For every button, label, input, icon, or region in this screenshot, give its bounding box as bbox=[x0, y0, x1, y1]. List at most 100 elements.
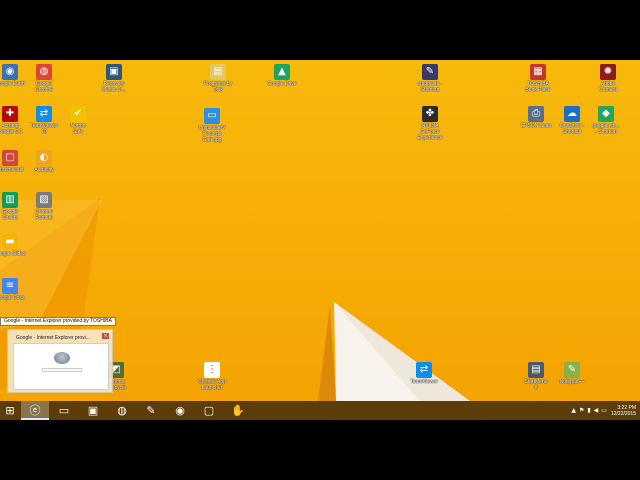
preview-tooltip: Google - Internet Explorer provided by T… bbox=[0, 317, 116, 326]
desktop-icon-label: google.eth... - Shortcut bbox=[592, 123, 620, 135]
book-place-icon: ▦ bbox=[530, 64, 546, 80]
norton-icon: ✔ bbox=[70, 106, 86, 122]
taskbar-explorer-button[interactable]: ▭ bbox=[50, 401, 78, 420]
desktop-icon-label: Google Slides bbox=[0, 251, 26, 257]
desktop-icon-label: EPSON Scan bbox=[520, 123, 552, 129]
google-shortcut-icon: ◆ bbox=[598, 106, 614, 122]
desktop-icon-toshiba-book[interactable]: ▦ TOSHIBA Book Place bbox=[517, 64, 559, 93]
desktop-icon-label: Acrobat Reader DC bbox=[0, 123, 23, 135]
desktop-icon-cmd-shortcut[interactable]: ✎ cmdpaste - Shortcut bbox=[409, 64, 451, 93]
desktop-icon-notepad[interactable]: ✎ Notepad++ bbox=[551, 362, 593, 385]
desktop-icon-label: Norton Safe bbox=[70, 123, 86, 135]
taskbar-store-button[interactable]: ▣ bbox=[79, 401, 107, 420]
desktop-icon-teamviewer-2[interactable]: ⇄ TeamViewer bbox=[403, 362, 445, 385]
desktop-icon-google-slides[interactable]: ▬Google Slides bbox=[0, 234, 31, 257]
tool-icon: ✎ bbox=[422, 64, 438, 80]
desktop-icon-google-chrome[interactable]: ◍ Google Chrome bbox=[23, 64, 65, 93]
start-menu-icon: ▤ bbox=[528, 362, 544, 378]
desktop-icon-label: OneDrive - Shortcut bbox=[559, 123, 585, 135]
network-icon[interactable]: ▮ bbox=[587, 407, 590, 414]
chrome-remote-icon: ▨ bbox=[36, 192, 52, 208]
desktop-icon-label: StartMenu 8 bbox=[524, 379, 548, 391]
speaker-icon[interactable]: ◀ bbox=[594, 407, 599, 414]
epson-scan-icon: ⎙ bbox=[528, 106, 544, 122]
desktop-icon-label: Notepad++ bbox=[559, 379, 585, 385]
google-sheets-icon: ▥ bbox=[2, 192, 18, 208]
teamviewer-icon: ⇄ bbox=[416, 362, 432, 378]
ie-thumbnail-preview[interactable]: Google - Internet Explorer provi... × bbox=[7, 329, 113, 393]
taskbar-items: ⊞ ⓔ ▭ ▣ ◍ ✎ ◉ ▢ ✋ bbox=[0, 401, 253, 420]
file-explorer-icon: ▭ bbox=[58, 404, 70, 417]
desktop-icon-label: TOSHIBA Book Place bbox=[525, 81, 551, 93]
desktop-icon-google-docs[interactable]: ≡Google Docs bbox=[0, 278, 31, 301]
desktop-icon-chrome-app[interactable]: ⋮ Chrome App Launcher bbox=[191, 362, 233, 391]
taskbar-app7-button[interactable]: ▢ bbox=[195, 401, 223, 420]
desktop-icon-label: TeamViewer 10 bbox=[30, 123, 58, 135]
chrome-icon: ◍ bbox=[36, 64, 52, 80]
desktop-icon-label: Google Earth bbox=[0, 81, 25, 87]
desktop-icon-label: Adobe Camera bbox=[599, 81, 617, 93]
desktop-icon-label: Programs by Disk bbox=[203, 81, 233, 93]
desktop-icon-google-drive[interactable]: ▲ Google Drive bbox=[261, 64, 303, 87]
desktop-icon-label: Google Chrome bbox=[35, 81, 53, 93]
flag-icon[interactable]: ⚑ bbox=[579, 407, 584, 414]
chrome-icon: ◍ bbox=[117, 404, 127, 417]
desktop-icon-chrome-remote[interactable]: ▨ Chrome Remote bbox=[23, 192, 65, 221]
preview-title: Google - Internet Explorer provi... bbox=[16, 335, 90, 341]
desktop-icon-label: Google Docs bbox=[0, 295, 25, 301]
desktop-icon-label: cmdpaste - Shortcut bbox=[417, 81, 443, 93]
clock-date: 12/22/2015 bbox=[610, 410, 636, 417]
taskbar-start-button[interactable]: ⊞ bbox=[0, 401, 20, 420]
battery-icon[interactable]: ▭ bbox=[601, 407, 607, 414]
desktop-icon-shortcut-file[interactable]: ▭ UninstallerV Records Gate.jpg bbox=[191, 108, 233, 143]
wallpaper-fold-right-shadow bbox=[318, 305, 336, 401]
nvidia-icon: ✤ bbox=[422, 106, 438, 122]
audacity-icon: ◐ bbox=[36, 150, 52, 166]
tray-icons: ▲ ⚑ ▮ ◀ ▭ bbox=[571, 407, 607, 414]
media-player-icon: ◉ bbox=[175, 404, 185, 417]
taskbar-app8-button[interactable]: ✋ bbox=[224, 401, 252, 420]
adobe-camera-icon: ✺ bbox=[600, 64, 616, 80]
taskbar-media-button[interactable]: ◉ bbox=[166, 401, 194, 420]
desktop-icon-label: TeamViewer bbox=[410, 379, 438, 385]
preview-page bbox=[13, 343, 109, 390]
taskbar-chrome-button[interactable]: ◍ bbox=[108, 401, 136, 420]
google-docs-icon: ≡ bbox=[2, 278, 18, 294]
teamviewer-icon: ⇄ bbox=[36, 106, 52, 122]
desktop-icon-norton[interactable]: ✔ Norton Safe bbox=[57, 106, 99, 135]
desktop-icon-label: Audacity bbox=[34, 167, 54, 173]
preview-close-button[interactable]: × bbox=[102, 333, 109, 339]
notepad-icon: ✎ bbox=[564, 362, 580, 378]
windows-start-icon: ⊞ bbox=[5, 404, 15, 417]
desktop-icon-label: NVIDIA GeForce Experience bbox=[417, 123, 443, 141]
desktop-icon-audacity[interactable]: ◐ Audacity bbox=[23, 150, 65, 173]
desktop-icon-label: Google Sheets bbox=[1, 209, 19, 221]
desktop-icon-google-hangouts[interactable]: ◆ google.eth... - Shortcut bbox=[585, 106, 627, 135]
taskbar-ie-button[interactable]: ⓔ bbox=[21, 401, 49, 420]
hand-icon: ✋ bbox=[231, 404, 245, 417]
desktop-icon-adobe-cam[interactable]: ✺ Adobe Camera bbox=[587, 64, 629, 93]
clock[interactable]: 3:22 PM 12/22/2015 bbox=[611, 405, 636, 417]
desktop-icon-programs-disk[interactable]: ▤ Programs by Disk bbox=[197, 64, 239, 93]
preview-logo bbox=[54, 352, 70, 364]
system-tray: ▲ ⚑ ▮ ◀ ▭ 3:22 PM 12/22/2015 bbox=[571, 401, 640, 420]
desktop-icon-recovery[interactable]: ▣ Recovery Media Cr... bbox=[93, 64, 135, 93]
desktop-icon-label: Recovery Media Cr... bbox=[101, 81, 127, 93]
chevron-up-icon[interactable]: ▲ bbox=[571, 407, 576, 414]
taskbar: ⊞ ⓔ ▭ ▣ ◍ ✎ ◉ ▢ ✋ ▲ ⚑ ▮ ◀ ▭ 3:22 PM 12/22/2015 bbox=[0, 401, 640, 420]
desktop-icon-label: UninstallerV Records Gate.jpg bbox=[198, 125, 226, 143]
taskbar-tool-button[interactable]: ✎ bbox=[137, 401, 165, 420]
app-launcher-icon: ⋮ bbox=[204, 362, 220, 378]
recovery-media-icon: ▣ bbox=[106, 64, 122, 80]
desktop-icon-label: Chrome App Launcher bbox=[198, 379, 226, 391]
onedrive-icon: ☁ bbox=[564, 106, 580, 122]
chromecast-icon: ▢ bbox=[2, 150, 18, 166]
window-app-icon: ▢ bbox=[203, 404, 215, 417]
google-drive-icon: ▲ bbox=[274, 64, 290, 80]
internet-explorer-icon: ⓔ bbox=[29, 403, 41, 417]
google-slides-icon: ▬ bbox=[2, 234, 18, 250]
desktop-icon-nvidia[interactable]: ✤ NVIDIA GeForce Experience bbox=[409, 106, 451, 141]
store-icon: ▣ bbox=[87, 404, 99, 417]
acrobat-icon: ✚ bbox=[2, 106, 18, 122]
google-earth-icon: ◉ bbox=[2, 64, 18, 80]
